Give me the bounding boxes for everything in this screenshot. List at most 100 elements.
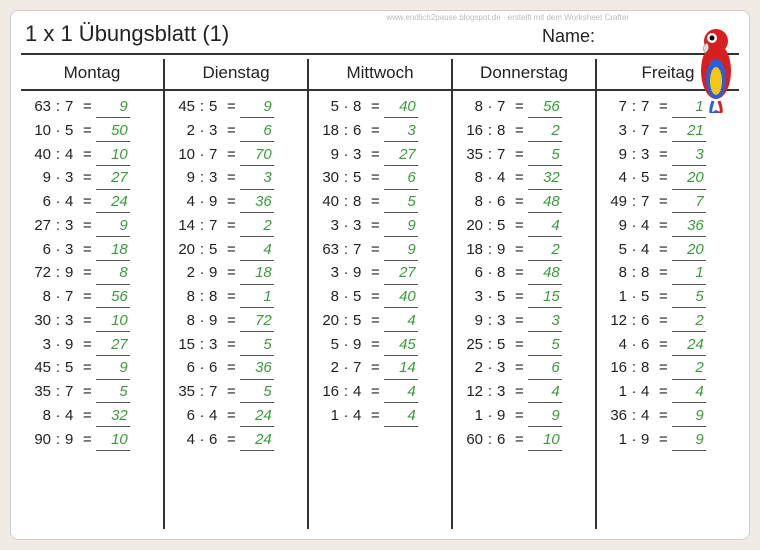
answer-blank[interactable]: 45 [384,335,418,356]
answer-blank[interactable]: 50 [96,121,130,142]
answer-blank[interactable]: 9 [384,240,418,261]
answer-blank[interactable]: 9 [384,216,418,237]
answer-blank[interactable]: 72 [240,311,274,332]
answer-blank[interactable]: 27 [384,263,418,284]
answer-blank[interactable]: 70 [240,145,274,166]
answer-blank[interactable]: 32 [96,406,130,427]
operator: : [195,216,209,236]
answer-blank[interactable]: 36 [672,216,706,237]
operator: · [483,97,497,117]
operator: · [339,358,353,378]
answer-blank[interactable]: 4 [528,216,562,237]
operator: : [627,406,641,426]
answer-blank[interactable]: 40 [384,97,418,118]
operand-a: 30 [317,168,339,188]
answer-blank[interactable]: 2 [672,358,706,379]
answer-blank[interactable]: 6 [384,168,418,189]
answer-blank[interactable]: 10 [96,145,130,166]
answer-blank[interactable]: 48 [528,192,562,213]
operand-a: 16 [605,358,627,378]
answer-blank[interactable]: 1 [672,263,706,284]
answer-blank[interactable]: 20 [672,168,706,189]
answer-blank[interactable]: 20 [672,240,706,261]
answer-blank[interactable]: 4 [672,382,706,403]
problem-row: 9·3=27 [317,145,447,166]
answer-blank[interactable]: 24 [240,406,274,427]
answer-blank[interactable]: 4 [240,240,274,261]
operand-b: 4 [209,406,221,426]
answer-blank[interactable]: 5 [240,335,274,356]
operand-b: 7 [209,382,221,402]
watermark-top: www.endlich2pause.blogspot.de · erstellt… [386,13,629,22]
answer-blank[interactable]: 2 [240,216,274,237]
answer-blank[interactable]: 40 [384,287,418,308]
answer-blank[interactable]: 10 [96,430,130,451]
operand-b: 4 [641,406,653,426]
answer-blank[interactable]: 9 [96,97,130,118]
answer-blank[interactable]: 24 [96,192,130,213]
answer-blank[interactable]: 32 [528,168,562,189]
answer-blank[interactable]: 3 [528,311,562,332]
answer-blank[interactable]: 14 [384,358,418,379]
answer-blank[interactable]: 10 [528,430,562,451]
problem-row: 2·3=6 [461,358,591,379]
answer-blank[interactable]: 9 [240,97,274,118]
operand-b: 4 [65,406,77,426]
answer-blank[interactable]: 6 [528,358,562,379]
answer-blank[interactable]: 18 [240,263,274,284]
answer-blank[interactable]: 3 [240,168,274,189]
answer-blank[interactable]: 4 [384,406,418,427]
answer-blank[interactable]: 24 [240,430,274,451]
answer-blank[interactable]: 5 [528,335,562,356]
problem-row: 72:9=8 [29,263,159,284]
equals-sign: = [515,192,524,212]
answer-blank[interactable]: 27 [384,145,418,166]
problem-row: 10·7=70 [173,145,303,166]
answer-blank[interactable]: 9 [672,430,706,451]
answer-blank[interactable]: 4 [528,382,562,403]
answer-blank[interactable]: 56 [96,287,130,308]
answer-blank[interactable]: 21 [672,121,706,142]
answer-blank[interactable]: 27 [96,335,130,356]
answer-blank[interactable]: 4 [384,382,418,403]
answer-blank[interactable]: 1 [240,287,274,308]
answer-blank[interactable]: 8 [96,263,130,284]
answer-blank[interactable]: 2 [528,240,562,261]
equals-sign: = [515,382,524,402]
equals-sign: = [515,335,524,355]
answer-blank[interactable]: 27 [96,168,130,189]
answer-blank[interactable]: 36 [240,192,274,213]
answer-blank[interactable]: 36 [240,358,274,379]
answer-blank[interactable]: 9 [528,406,562,427]
answer-blank[interactable]: 6 [240,121,274,142]
day-column: Montag63:7=910·5=5040:4=109·3=276·4=2427… [21,59,165,529]
answer-blank[interactable]: 5 [384,192,418,213]
equals-sign: = [659,97,668,117]
operator: : [51,430,65,450]
answer-blank[interactable]: 9 [96,358,130,379]
answer-blank[interactable]: 2 [672,311,706,332]
answer-blank[interactable]: 48 [528,263,562,284]
answer-blank[interactable]: 2 [528,121,562,142]
answer-blank[interactable]: 7 [672,192,706,213]
answer-blank[interactable]: 24 [672,335,706,356]
answer-blank[interactable]: 9 [96,216,130,237]
operand-b: 9 [497,240,509,260]
answer-blank[interactable]: 5 [240,382,274,403]
answer-blank[interactable]: 10 [96,311,130,332]
operand-b: 9 [209,263,221,283]
answer-blank[interactable]: 5 [528,145,562,166]
operand-b: 8 [641,358,653,378]
answer-blank[interactable]: 9 [672,406,706,427]
answer-blank[interactable]: 3 [672,145,706,166]
operand-a: 8 [605,263,627,283]
operand-a: 6 [29,240,51,260]
answer-blank[interactable]: 4 [384,311,418,332]
answer-blank[interactable]: 5 [672,287,706,308]
answer-blank[interactable]: 3 [384,121,418,142]
equals-sign: = [659,240,668,260]
answer-blank[interactable]: 5 [96,382,130,403]
answer-blank[interactable]: 56 [528,97,562,118]
answer-blank[interactable]: 15 [528,287,562,308]
answer-blank[interactable]: 18 [96,240,130,261]
